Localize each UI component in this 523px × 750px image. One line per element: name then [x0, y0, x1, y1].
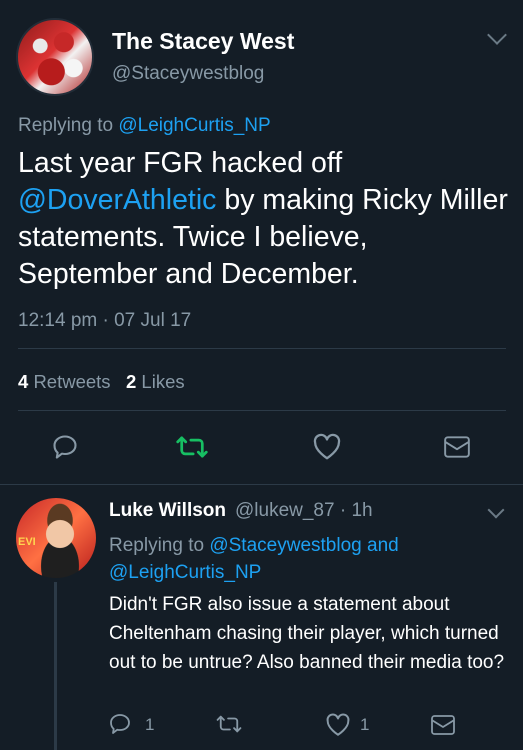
retweets-count: 4	[18, 371, 29, 392]
replying-to-label: Replying to	[18, 115, 114, 136]
message-button[interactable]	[443, 435, 471, 464]
timestamp: 12:14 pm · 07 Jul 17	[18, 310, 192, 331]
retweet-icon	[176, 436, 208, 458]
likes-stat[interactable]: 2 Likes	[126, 371, 185, 392]
reply-icon	[110, 714, 130, 734]
like-icon	[313, 433, 341, 460]
likes-label: Likes	[141, 371, 185, 392]
like-count: 1	[360, 715, 370, 734]
reply-count: 1	[145, 715, 155, 734]
avatar[interactable]	[16, 18, 94, 96]
mention-link[interactable]: @LeighCurtis_NP	[109, 562, 261, 583]
replying-to-line: Replying to @LeighCurtis_NP	[18, 115, 271, 137]
replying-to-label: Replying to	[109, 535, 205, 556]
tweet-text: Last year FGR hacked off @DoverAthletic b…	[18, 145, 508, 293]
reply-text: Didn't FGR also issue a statement about …	[109, 594, 505, 673]
mention-link[interactable]: @LeighCurtis_NP	[118, 115, 270, 136]
retweet-button[interactable]	[216, 713, 242, 740]
replying-and-label: and	[367, 535, 399, 556]
retweet-icon	[216, 715, 242, 733]
reply-button[interactable]	[108, 712, 132, 741]
engagement-stats: 4 Retweets 2 Likes	[18, 371, 185, 393]
reply-button[interactable]	[51, 433, 79, 466]
divider	[18, 348, 506, 349]
message-icon	[444, 436, 470, 458]
mention-link[interactable]: @DoverAthletic	[18, 184, 216, 216]
chevron-down-icon[interactable]	[487, 25, 507, 45]
divider	[18, 410, 506, 411]
like-icon	[326, 713, 350, 736]
reply-display-name[interactable]: Luke Willson	[109, 500, 226, 522]
main-tweet: The Stacey West @Staceywestblog Replying…	[0, 0, 523, 485]
thread-line	[54, 582, 57, 750]
handle[interactable]: @Staceywestblog	[112, 63, 264, 85]
retweets-stat[interactable]: 4 Retweets	[18, 371, 111, 392]
message-button[interactable]	[430, 714, 456, 741]
retweet-button[interactable]	[176, 433, 208, 466]
like-button[interactable]	[312, 433, 342, 466]
likes-count: 2	[125, 371, 137, 392]
replying-to-line: Replying to @Staceywestblog and @LeighCu…	[109, 532, 509, 586]
retweets-label: Retweets	[33, 371, 111, 392]
reply-handle-time: @lukew_87 · 1h	[235, 500, 373, 521]
message-icon	[431, 715, 455, 735]
display-name[interactable]: The Stacey West	[112, 28, 294, 55]
tweet-text-part1: Last year FGR hacked off	[18, 147, 343, 179]
avatar-text: EVI	[18, 536, 36, 548]
mention-link[interactable]: @Staceywestblog	[209, 535, 361, 556]
reply-icon	[53, 435, 77, 459]
like-button[interactable]	[325, 713, 351, 742]
